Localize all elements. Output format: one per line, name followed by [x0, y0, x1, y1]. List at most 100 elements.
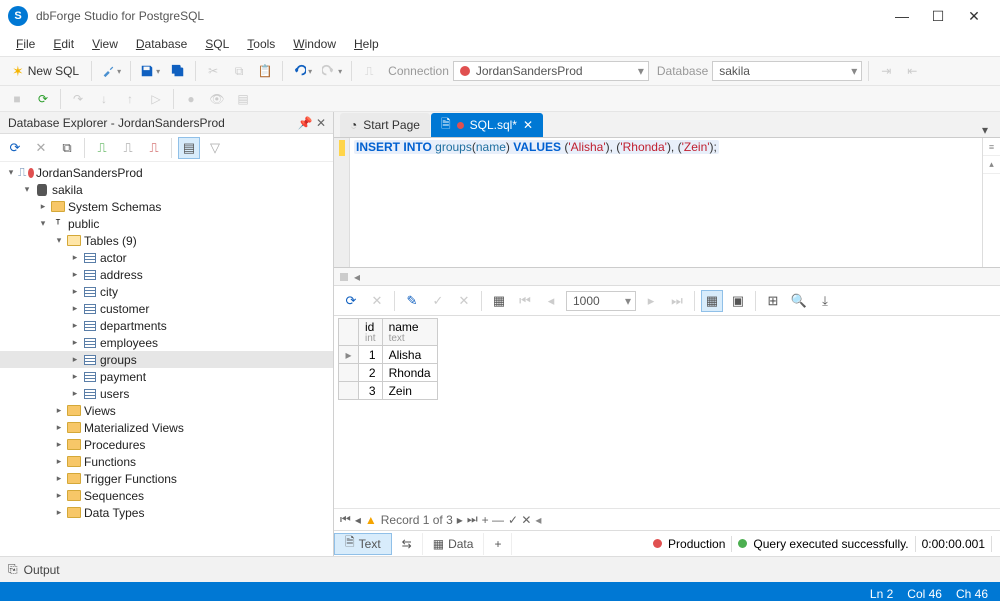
tree-node-data-types[interactable]: ▸Data Types — [0, 504, 333, 521]
menu-edit[interactable]: Edit — [45, 35, 82, 53]
cell-name[interactable]: Zein — [382, 382, 437, 400]
table-row[interactable]: ▸1Alisha — [339, 346, 438, 364]
step-over-icon[interactable]: ↷ — [67, 88, 89, 110]
tree-twisty-icon[interactable]: ▸ — [36, 201, 50, 212]
tree-twisty-icon[interactable]: ▸ — [68, 286, 82, 297]
tree-node-views[interactable]: ▸Views — [0, 402, 333, 419]
cut-icon[interactable]: ✂ — [202, 60, 224, 82]
tabs-overflow-icon[interactable]: ▾ — [976, 123, 994, 137]
row-selector[interactable] — [339, 364, 359, 382]
refresh-icon[interactable]: ⟳ — [32, 88, 54, 110]
tree-twisty-icon[interactable]: ▸ — [68, 388, 82, 399]
tree-twisty-icon[interactable]: ▸ — [52, 405, 66, 416]
apply-icon[interactable]: ✓ — [427, 290, 449, 312]
data-view-button[interactable]: ▦ Data — [423, 533, 485, 555]
next-page-icon[interactable]: ▸ — [640, 290, 662, 312]
tree-twisty-icon[interactable]: ▾ — [20, 184, 34, 195]
minimize-button[interactable]: — — [884, 4, 920, 28]
menu-window[interactable]: Window — [285, 35, 344, 53]
cell-name[interactable]: Alisha — [382, 346, 437, 364]
prev-record-icon[interactable]: ◂ — [355, 513, 361, 527]
tree-node-address[interactable]: ▸address — [0, 266, 333, 283]
locals-icon[interactable]: ▤ — [232, 88, 254, 110]
tree-node-sequences[interactable]: ▸Sequences — [0, 487, 333, 504]
tab-start-page[interactable]: ◔ Start Page — [340, 113, 430, 137]
row-selector[interactable]: ▸ — [339, 346, 359, 364]
tree-node-sakila[interactable]: ▾sakila — [0, 181, 333, 198]
first-page-icon[interactable]: ⏮ — [514, 290, 536, 312]
tree-node-functions[interactable]: ▸Functions — [0, 453, 333, 470]
tree-twisty-icon[interactable]: ▸ — [68, 354, 82, 365]
close-button[interactable]: ✕ — [956, 4, 992, 28]
step-out-icon[interactable]: ↑ — [119, 88, 141, 110]
tree-twisty-icon[interactable]: ▸ — [52, 473, 66, 484]
tree-twisty-icon[interactable]: ▸ — [68, 303, 82, 314]
tree-twisty-icon[interactable]: ▾ — [4, 167, 18, 178]
revert-icon[interactable]: ✕ — [453, 290, 475, 312]
database-dropdown[interactable]: sakila ▾ — [712, 61, 862, 81]
save-icon[interactable]: ▾ — [137, 60, 163, 82]
tree-node-materialized-views[interactable]: ▸Materialized Views — [0, 419, 333, 436]
tree-node-actor[interactable]: ▸actor — [0, 249, 333, 266]
row-selector[interactable] — [339, 382, 359, 400]
refresh-results-icon[interactable]: ⟳ — [340, 290, 362, 312]
add-result-tab-button[interactable]: + — [484, 533, 512, 555]
column-name[interactable]: nametext — [382, 319, 437, 346]
tab-sql[interactable]: 🗎 SQL.sql* ✕ — [431, 113, 543, 137]
tree-twisty-icon[interactable]: ▸ — [52, 456, 66, 467]
scroll-left-icon[interactable]: ◂ — [535, 513, 541, 527]
tree-node-city[interactable]: ▸city — [0, 283, 333, 300]
saveall-icon[interactable] — [167, 60, 189, 82]
tree-twisty-icon[interactable]: ▸ — [52, 422, 66, 433]
new-sql-button[interactable]: ✶ New SQL — [6, 63, 85, 80]
tree-node-customer[interactable]: ▸customer — [0, 300, 333, 317]
menu-help[interactable]: Help — [346, 35, 387, 53]
undo-icon[interactable]: ▾ — [289, 60, 315, 82]
watch-icon[interactable]: 👁 — [206, 88, 228, 110]
swap-view-button[interactable]: ⇆ — [392, 533, 423, 555]
breakpoint-icon[interactable]: ● — [180, 88, 202, 110]
menu-sql[interactable]: SQL — [197, 35, 237, 53]
paste-icon[interactable]: 📋 — [254, 60, 276, 82]
menu-view[interactable]: View — [84, 35, 126, 53]
tree-node-public[interactable]: ▾ᵀpublic — [0, 215, 333, 232]
table-row[interactable]: 3Zein — [339, 382, 438, 400]
continue-icon[interactable]: ▷ — [145, 88, 167, 110]
filter-icon[interactable]: ▽ — [204, 137, 226, 159]
tree-node-system-schemas[interactable]: ▸System Schemas — [0, 198, 333, 215]
prev-page-icon[interactable]: ◂ — [540, 290, 562, 312]
tree-twisty-icon[interactable]: ▾ — [52, 235, 66, 246]
tree-twisty-icon[interactable]: ▸ — [52, 507, 66, 518]
split-handle-icon[interactable] — [340, 273, 348, 281]
scroll-left-icon[interactable]: ◂ — [354, 270, 360, 284]
delete-icon[interactable]: ✕ — [30, 137, 52, 159]
output-panel-tab[interactable]: ⎘ Output — [0, 556, 1000, 582]
column-id[interactable]: idint — [359, 319, 383, 346]
editor-vscroll[interactable]: ≡ ▴ — [982, 138, 1000, 267]
close-panel-icon[interactable]: ✕ — [313, 116, 329, 130]
tree-node-procedures[interactable]: ▸Procedures — [0, 436, 333, 453]
tree-node-departments[interactable]: ▸departments — [0, 317, 333, 334]
last-page-icon[interactable]: ⏭ — [666, 290, 688, 312]
results-grid[interactable]: idintnametext▸1Alisha2Rhonda3Zein — [338, 318, 438, 400]
cell-id[interactable]: 2 — [359, 364, 383, 382]
text-view-button[interactable]: 🗎 Text — [334, 533, 392, 555]
edit-mode-icon[interactable]: ✎ — [401, 290, 423, 312]
table-row[interactable]: 2Rhonda — [339, 364, 438, 382]
tree-node-payment[interactable]: ▸payment — [0, 368, 333, 385]
tree-node-jordansandersprod[interactable]: ▾JordanSandersProd — [0, 164, 333, 181]
menu-tools[interactable]: Tools — [239, 35, 283, 53]
add-record-icon[interactable]: + — — [482, 513, 504, 527]
apply-record-icon[interactable]: ✓ ✕ — [508, 513, 531, 527]
copy-icon[interactable]: ⧉ — [228, 60, 250, 82]
menu-database[interactable]: Database — [128, 35, 195, 53]
pivot-icon[interactable]: ⊞ — [762, 290, 784, 312]
last-record-icon[interactable]: ⏭ — [467, 512, 478, 527]
tree-twisty-icon[interactable]: ▸ — [68, 337, 82, 348]
cancel-results-icon[interactable]: ✕ — [366, 290, 388, 312]
redo-icon[interactable]: ▾ — [319, 60, 345, 82]
tree-twisty-icon[interactable]: ▸ — [68, 371, 82, 382]
maximize-button[interactable]: ☐ — [920, 4, 956, 28]
tree-twisty-icon[interactable]: ▸ — [52, 439, 66, 450]
card-view-icon[interactable]: ▣ — [727, 290, 749, 312]
